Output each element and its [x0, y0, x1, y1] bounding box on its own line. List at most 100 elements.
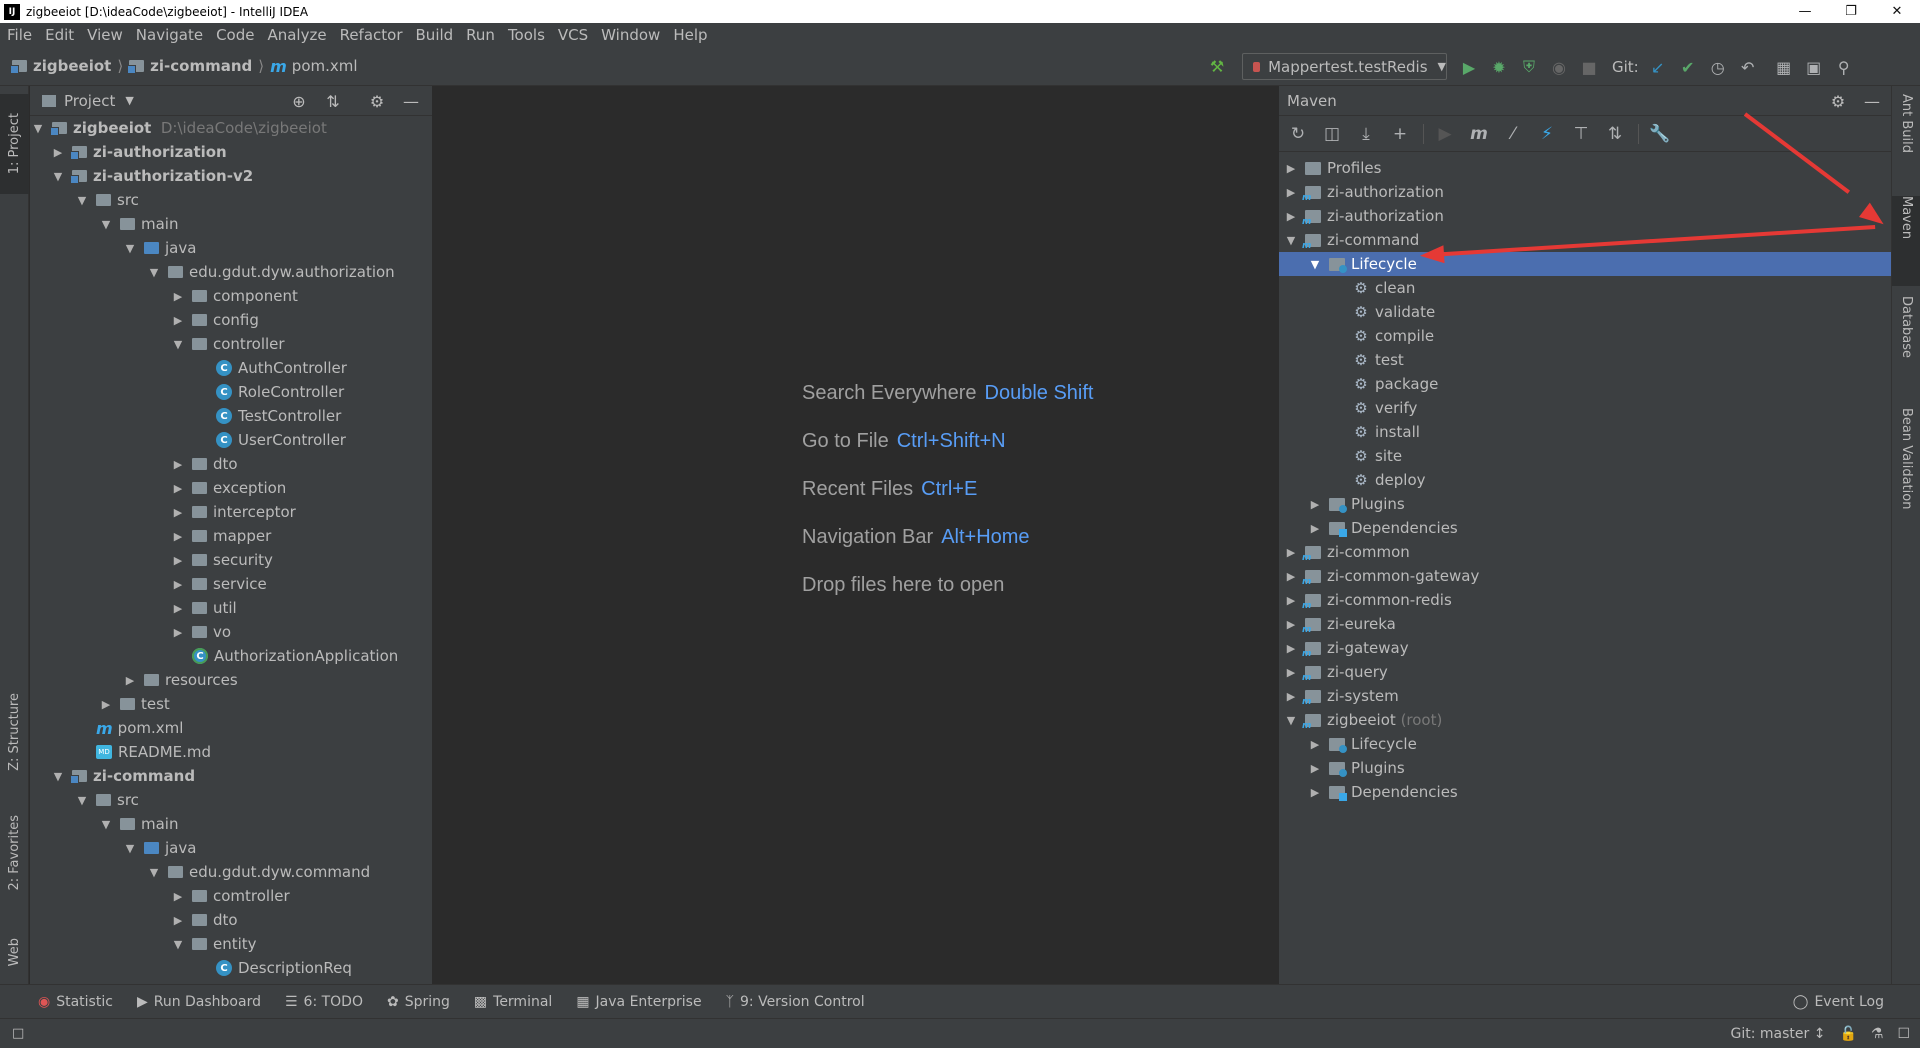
tree-node[interactable]: ▶ test [30, 692, 432, 716]
expand-arrow-icon[interactable]: ▼ [146, 266, 162, 279]
generate-sources-icon[interactable]: ◫ [1321, 123, 1343, 145]
expand-arrow-icon[interactable]: ▶ [170, 290, 186, 303]
close-button[interactable]: ✕ [1874, 0, 1920, 23]
tree-node[interactable]: m pom.xml [30, 716, 432, 740]
tree-node[interactable]: ▼ controller [30, 332, 432, 356]
skip-tests-icon[interactable]: ⚡ [1536, 123, 1558, 145]
tree-node[interactable]: ▶ config [30, 308, 432, 332]
expand-arrow-icon[interactable]: ▶ [1283, 546, 1299, 559]
menu-help[interactable]: Help [666, 26, 713, 44]
breadcrumb-project[interactable]: zigbeeiot [33, 57, 111, 75]
tab-structure[interactable]: Z: Structure [0, 682, 29, 782]
tree-node[interactable]: ⚙ install [1279, 420, 1891, 444]
tree-node[interactable]: ▶ security [30, 548, 432, 572]
tree-node[interactable]: ▼ src [30, 788, 432, 812]
tree-node[interactable]: ▶ service [30, 572, 432, 596]
expand-arrow-icon[interactable]: ▼ [50, 170, 66, 183]
tab-java-enterprise[interactable]: ▦ Java Enterprise [576, 994, 701, 1010]
expand-arrow-icon[interactable]: ▶ [50, 146, 66, 159]
restore-button[interactable]: ❐ [1828, 0, 1874, 23]
tree-node[interactable]: ⚙ site [1279, 444, 1891, 468]
tree-node[interactable]: ▼ main [30, 212, 432, 236]
gear-icon[interactable]: ⚙ [1827, 90, 1849, 112]
tree-node[interactable]: ▶zi-authorization [1279, 180, 1891, 204]
expand-arrow-icon[interactable]: ▼ [122, 242, 138, 255]
tree-node[interactable]: ▶zi-gateway [1279, 636, 1891, 660]
menu-vcs[interactable]: VCS [551, 26, 594, 44]
toggle-offline-icon[interactable]: ⁄ [1502, 123, 1524, 145]
expand-arrow-icon[interactable]: ▶ [1283, 570, 1299, 583]
tree-node[interactable]: C UserController [30, 428, 432, 452]
lock-icon[interactable]: 🔓 [1839, 1026, 1856, 1042]
tree-node[interactable]: ⚙ verify [1279, 396, 1891, 420]
expand-arrow-icon[interactable]: ▶ [1283, 690, 1299, 703]
expand-arrow-icon[interactable]: ▶ [1283, 666, 1299, 679]
menu-code[interactable]: Code [209, 26, 260, 44]
expand-arrow-icon[interactable]: ▶ [1307, 738, 1323, 751]
tree-node[interactable]: ▶ exception [30, 476, 432, 500]
menu-refactor[interactable]: Refactor [333, 26, 409, 44]
tree-node[interactable]: ▼zigbeeiot (root) [1279, 708, 1891, 732]
tree-node[interactable]: ▶zi-authorization [30, 140, 432, 164]
notifications-icon[interactable]: ☐ [1897, 1026, 1910, 1042]
tree-node[interactable]: ▶ Plugins [1279, 756, 1891, 780]
collapse-all-icon[interactable]: ⇅ [322, 90, 344, 112]
tab-statistic[interactable]: ◉ Statistic [38, 994, 113, 1010]
tree-node[interactable]: ▶ component [30, 284, 432, 308]
tree-node[interactable]: ▶ dto [30, 452, 432, 476]
revert-icon[interactable]: ↶ [1737, 56, 1759, 78]
expand-arrow-icon[interactable]: ▶ [1283, 186, 1299, 199]
stop-icon[interactable]: ■ [1578, 56, 1600, 78]
expand-arrow-icon[interactable]: ▶ [170, 890, 186, 903]
expand-arrow-icon[interactable]: ▶ [1307, 498, 1323, 511]
hide-panel-icon[interactable]: — [400, 90, 422, 112]
expand-arrow-icon[interactable]: ▶ [1307, 786, 1323, 799]
tree-node[interactable]: ⚙ package [1279, 372, 1891, 396]
menu-run[interactable]: Run [459, 26, 501, 44]
project-panel-title[interactable]: Project [64, 92, 115, 110]
expand-arrow-icon[interactable]: ▼ [74, 194, 90, 207]
tree-node[interactable]: ▶ util [30, 596, 432, 620]
tree-node[interactable]: C RoleController [30, 380, 432, 404]
expand-arrow-icon[interactable]: ▶ [170, 578, 186, 591]
tree-node[interactable]: ▶ vo [30, 620, 432, 644]
search-icon[interactable]: ⚲ [1833, 56, 1855, 78]
tree-node-selected[interactable]: ▼ Lifecycle [1279, 252, 1891, 276]
tree-node[interactable]: C AuthController [30, 356, 432, 380]
expand-arrow-icon[interactable]: ▼ [1283, 714, 1299, 727]
tree-node[interactable]: ⚙ deploy [1279, 468, 1891, 492]
tree-node[interactable]: ▶ dto [30, 908, 432, 932]
tree-node[interactable]: ⚙ compile [1279, 324, 1891, 348]
minimize-button[interactable]: — [1782, 0, 1828, 23]
execute-goal-icon[interactable]: m [1468, 123, 1490, 145]
expand-arrow-icon[interactable]: ▶ [170, 602, 186, 615]
menu-view[interactable]: View [80, 26, 129, 44]
tab-maven[interactable]: Maven [1892, 196, 1920, 286]
tree-node[interactable]: ⚙ test [1279, 348, 1891, 372]
expand-arrow-icon[interactable]: ▼ [30, 122, 46, 135]
expand-arrow-icon[interactable]: ▶ [170, 530, 186, 543]
tree-node[interactable]: ▶zi-query [1279, 660, 1891, 684]
expand-arrow-icon[interactable]: ▶ [1307, 762, 1323, 775]
locate-icon[interactable]: ⊕ [288, 90, 310, 112]
git-branch-status[interactable]: Git: master ↕ [1730, 1026, 1825, 1042]
tab-version-control[interactable]: ᛉ 9: Version Control [726, 994, 865, 1010]
run-icon[interactable]: ▶ [1458, 56, 1480, 78]
tree-node[interactable]: ▶zi-common [1279, 540, 1891, 564]
expand-arrow-icon[interactable]: ▼ [98, 218, 114, 231]
expand-arrow-icon[interactable]: ▼ [170, 338, 186, 351]
tree-node[interactable]: ▶ Dependencies [1279, 780, 1891, 804]
breadcrumb-module[interactable]: zi-command [150, 57, 252, 75]
expand-arrow-icon[interactable]: ▼ [122, 842, 138, 855]
tree-node[interactable]: C TestController [30, 404, 432, 428]
expand-arrow-icon[interactable]: ▶ [1283, 594, 1299, 607]
history-icon[interactable]: ◷ [1707, 56, 1729, 78]
expand-arrow-icon[interactable]: ▼ [98, 818, 114, 831]
tab-run-dashboard[interactable]: ▶ Run Dashboard [137, 994, 261, 1010]
presentation-icon[interactable]: ▣ [1803, 56, 1825, 78]
tree-node[interactable]: MD README.md [30, 740, 432, 764]
tree-node[interactable]: ▼ zigbeeiot D:\ideaCode\zigbeeiot [30, 116, 432, 140]
wrench-icon[interactable]: 🔧 [1649, 123, 1671, 145]
run-icon[interactable]: ▶ [1434, 123, 1456, 145]
expand-arrow-icon[interactable]: ▶ [170, 626, 186, 639]
